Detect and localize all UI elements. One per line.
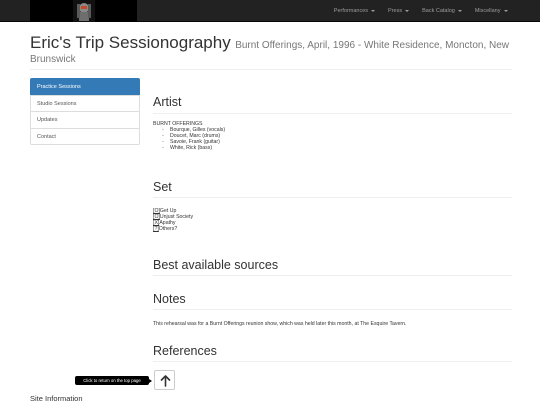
- references-heading: References: [153, 344, 217, 358]
- list-item: White, Rick (bass): [162, 145, 225, 151]
- sidebar-item-contact[interactable]: Contact: [30, 127, 140, 145]
- brand-logo-link[interactable]: [30, 0, 137, 22]
- set-heading: Set: [153, 180, 172, 194]
- notes-text: This rehearsal was for a Burnt Offerings…: [153, 321, 407, 327]
- sidebar-item-practice-sessions[interactable]: Practice Sessions: [30, 78, 140, 96]
- divider: [153, 309, 512, 310]
- sidebar-item-updates[interactable]: Updates: [30, 111, 140, 129]
- divider: [153, 361, 512, 362]
- member-list: Bourque, Gilles (vocals) Doucet, Marc (d…: [162, 127, 225, 151]
- song-title: Others?: [158, 226, 178, 232]
- artist-heading: Artist: [153, 95, 182, 109]
- list-item: [?]Others?: [153, 226, 193, 232]
- sidebar-nav: Practice Sessions Studio Sessions Update…: [30, 78, 140, 145]
- set-list: [O]Get Up [O]Unjust Society [X]Apathy [?…: [153, 208, 193, 232]
- footer-site-information: Site Information: [30, 394, 83, 403]
- arrow-up-icon: [160, 375, 171, 387]
- sources-heading: Best available sources: [153, 258, 279, 272]
- sidebar-item-studio-sessions[interactable]: Studio Sessions: [30, 94, 140, 112]
- main-content: Artist BURNT OFFERINGS Bourque, Gilles (…: [153, 0, 512, 405]
- back-to-top-tooltip: Click to return on the top page: [75, 376, 152, 385]
- back-to-top-button[interactable]: [154, 370, 175, 390]
- notes-heading: Notes: [153, 292, 186, 306]
- divider: [153, 275, 512, 276]
- band-logo-icon: [73, 0, 95, 22]
- page-subtitle-continued: Brunswick: [30, 54, 76, 65]
- divider: [153, 113, 512, 114]
- divider: [153, 197, 512, 198]
